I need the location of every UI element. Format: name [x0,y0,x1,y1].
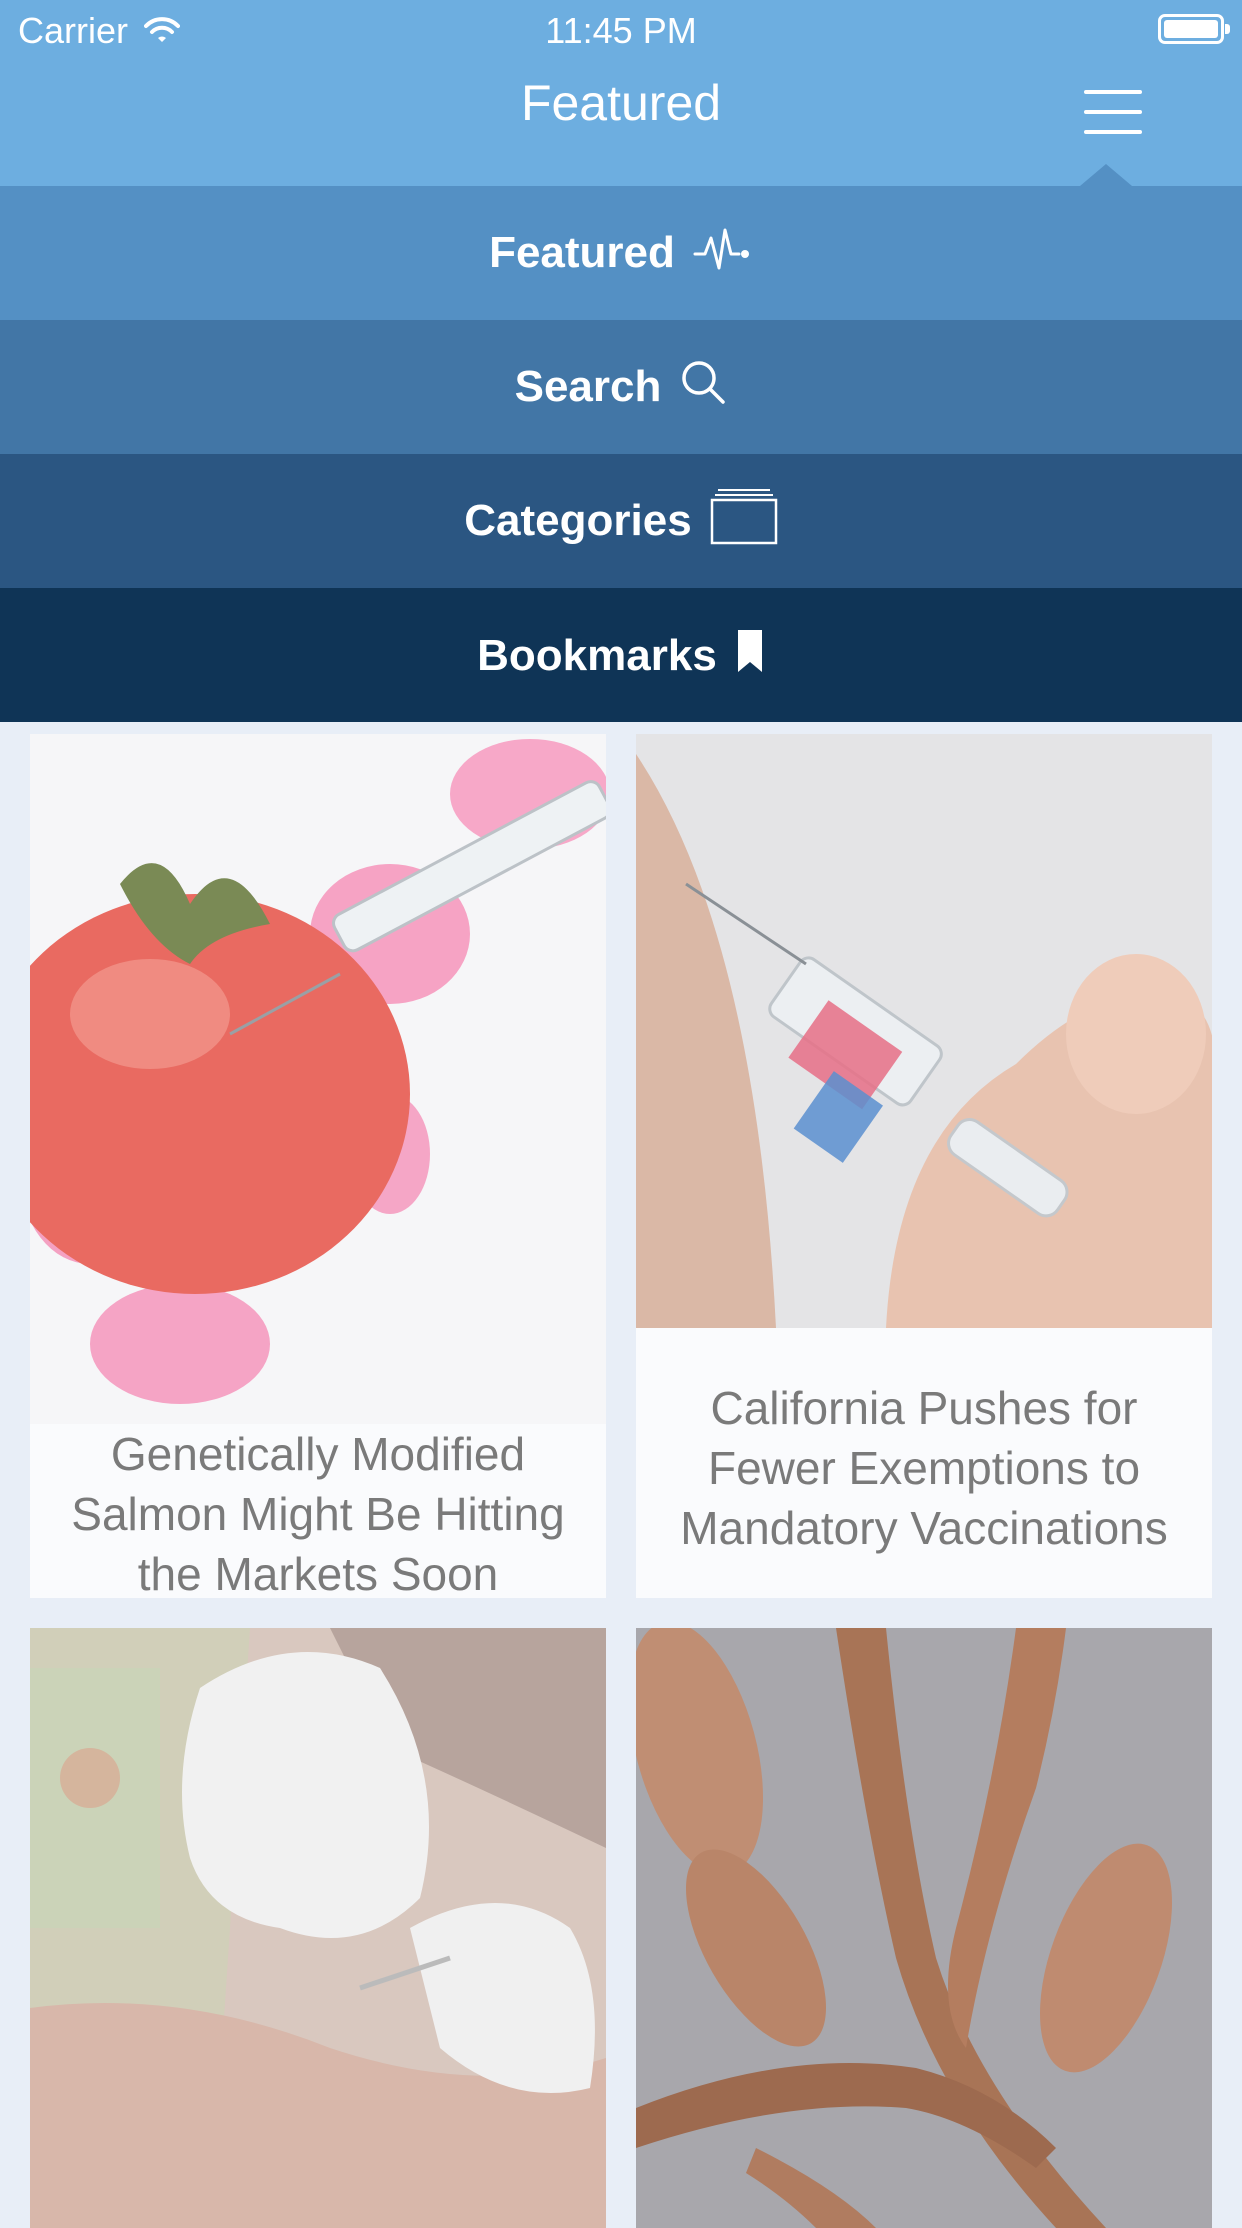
menu-item-label: Featured [489,228,675,277]
menu-item-label: Search [514,362,662,411]
hamburger-icon-line [1084,130,1142,134]
article-image-tomato [30,734,606,1424]
article-title: Genetically Modified Salmon Might Be Hit… [71,1428,565,1598]
menu-item-label: Categories [464,496,692,545]
status-time: 11:45 PM [545,10,697,51]
hamburger-icon-line [1084,90,1142,94]
article-grid: Genetically Modified Salmon Might Be Hit… [0,722,1242,2228]
article-image-kelp [636,1628,1212,2228]
menu-pointer [1080,164,1132,186]
search-icon [679,358,727,417]
navigation-bar: Featured [0,60,1242,186]
status-bar: Carrier 11:45 PM [0,0,1242,60]
menu-item-categories[interactable]: Categories [0,454,1242,588]
article-card[interactable]: California Pushes for Fewer Exemptions t… [636,734,1212,1598]
article-title: California Pushes for Fewer Exemptions t… [680,1382,1168,1554]
battery-icon [1158,14,1230,44]
article-card[interactable]: Genetically Modified Salmon Might Be Hit… [30,734,606,1598]
menu-item-search[interactable]: Search [0,320,1242,454]
folder-icon [710,487,778,556]
menu-item-label: Bookmarks [477,631,717,680]
article-card[interactable] [636,1628,1212,2228]
bookmark-icon [735,627,765,686]
pulse-icon [693,224,753,283]
menu-item-featured[interactable]: Featured [0,186,1242,320]
article-card[interactable] [30,1628,606,2228]
hamburger-icon-line [1084,110,1142,114]
menu-toggle-button[interactable] [1084,90,1142,134]
page-title: Featured [520,75,722,131]
article-image-gloved-hands [30,1628,606,2228]
dropdown-menu: Featured Search Categories Bookmarks [0,164,1242,724]
menu-item-bookmarks[interactable]: Bookmarks [0,588,1242,724]
article-image-vaccine [636,734,1212,1328]
